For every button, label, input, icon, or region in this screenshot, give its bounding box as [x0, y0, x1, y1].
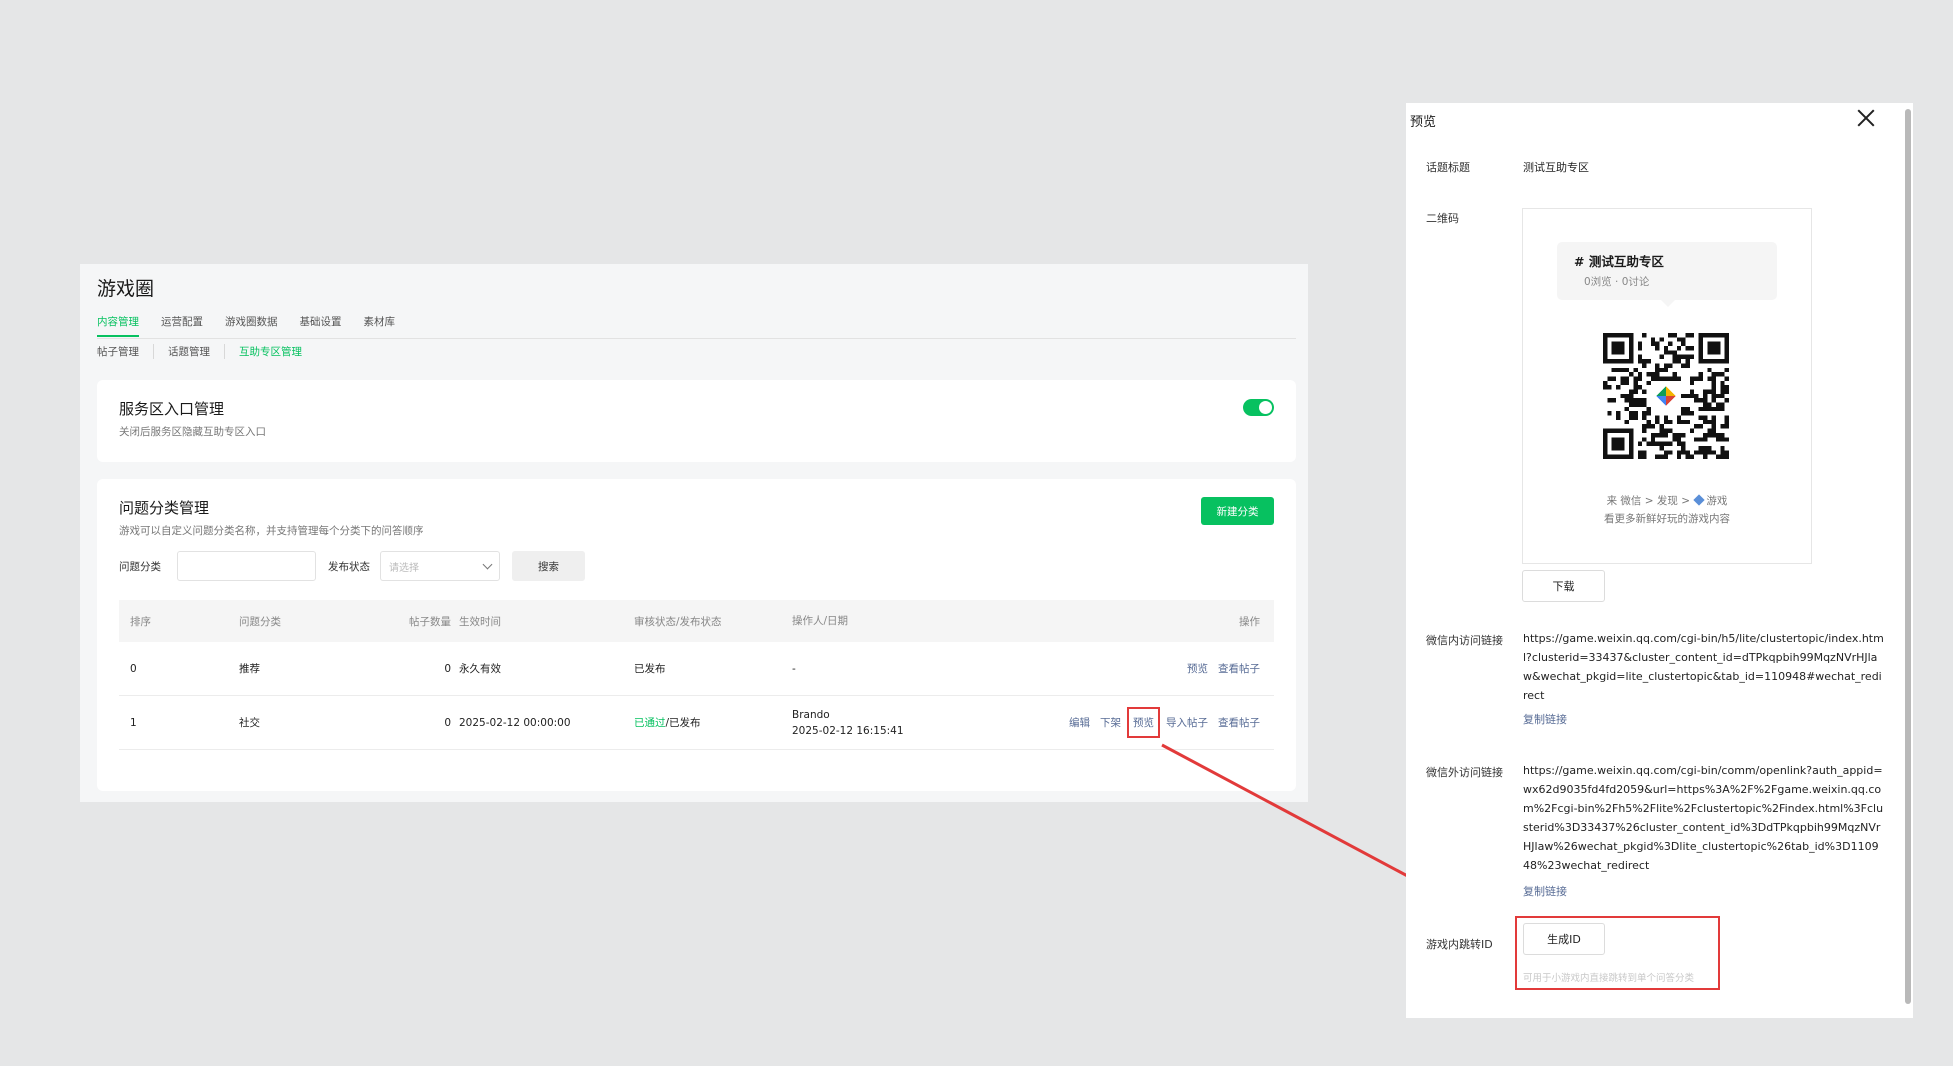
row-actions: 编辑 下架 预览 导入帖子 查看帖子: [1059, 696, 1260, 749]
card-topic-name: # 测试互助专区: [1574, 254, 1664, 269]
download-button[interactable]: 下载: [1522, 570, 1605, 602]
hint-game: 游戏: [1706, 495, 1728, 507]
out-wechat-url: https://game.weixin.qq.com/cgi-bin/comm/…: [1523, 764, 1884, 872]
row-sort: 1: [130, 716, 137, 729]
filter-row: 问题分类 发布状态 请选择 搜索: [119, 551, 585, 581]
qr-code-image: [1603, 333, 1729, 459]
jump-id-label: 游戏内跳转ID: [1426, 938, 1493, 951]
preview-link[interactable]: 预览: [1187, 661, 1208, 676]
copy-link-in-wechat[interactable]: 复制链接: [1523, 711, 1567, 727]
app-title: 游戏圈: [97, 278, 155, 300]
game-diamond-icon: [1693, 494, 1706, 506]
preview-link-highlighted[interactable]: 预览: [1127, 707, 1160, 738]
hint-prefix: 来 微信 > 发现 >: [1606, 495, 1691, 507]
import-posts-link[interactable]: 导入帖子: [1166, 715, 1208, 730]
category-table: 排序 问题分类 帖子数量 生效时间 审核状态/发布状态 操作人/日期 操作 0 …: [119, 600, 1274, 750]
table-row: 1 社交 0 2025-02-12 00:00:00 已通过 / 已发布 Brand…: [119, 696, 1274, 750]
row-time: 2025-02-12 00:00:00: [459, 716, 571, 729]
qr-hint-line1: 来 微信 > 发现 > 游戏: [1523, 493, 1811, 508]
tab-basic-settings[interactable]: 基础设置: [300, 314, 342, 337]
in-wechat-link-label: 微信内访问链接: [1426, 634, 1503, 647]
topic-card: # 测试互助专区 0浏览 · 0讨论: [1557, 242, 1777, 307]
close-icon[interactable]: [1855, 107, 1877, 129]
edit-link[interactable]: 编辑: [1069, 715, 1090, 730]
generate-id-hint: 可用于小游戏内直接跳转到单个问答分类: [1523, 973, 1695, 984]
toggle-knob: [1259, 401, 1272, 414]
filter-status-label: 发布状态: [328, 560, 370, 573]
unpublish-link[interactable]: 下架: [1100, 715, 1121, 730]
qr-label: 二维码: [1426, 212, 1459, 225]
subtab-posts[interactable]: 帖子管理: [97, 344, 153, 359]
topic-value: 测试互助专区: [1523, 161, 1589, 174]
search-button[interactable]: 搜索: [512, 551, 585, 581]
generate-id-button[interactable]: 生成ID: [1523, 923, 1605, 955]
header-status: 审核状态/发布状态: [634, 615, 722, 628]
new-category-button[interactable]: 新建分类: [1201, 497, 1274, 525]
service-card-desc: 关闭后服务区隐藏互助专区入口: [119, 426, 266, 438]
category-management-card: 问题分类管理 游戏可以自定义问题分类名称，并支持管理每个分类下的问答顺序 新建分…: [97, 479, 1296, 791]
row-count: 0: [444, 716, 451, 729]
qr-hint-line2: 看更多新鲜好玩的游戏内容: [1604, 513, 1730, 525]
header-sort: 排序: [130, 615, 151, 628]
header-actions: 操作: [1239, 615, 1260, 628]
game-circle-admin-panel: 游戏圈 内容管理 运营配置 游戏圈数据 基础设置 素材库 帖子管理 话题管理 互…: [80, 264, 1308, 802]
row-status: 已通过 / 已发布: [634, 696, 701, 749]
in-wechat-url: https://game.weixin.qq.com/cgi-bin/h5/li…: [1523, 632, 1884, 702]
tab-content-management[interactable]: 内容管理: [97, 314, 139, 337]
header-operator: 操作人/日期: [792, 615, 849, 627]
row-category: 推荐: [239, 663, 260, 675]
row-operator-name: Brando: [792, 708, 830, 721]
preview-drawer: 预览 话题标题 测试互助专区 二维码 # 测试互助专区 0浏览 · 0讨论 来 …: [1406, 103, 1913, 1018]
row-operator: -: [792, 642, 796, 695]
main-tabs: 内容管理 运营配置 游戏圈数据 基础设置 素材库: [97, 314, 395, 337]
category-filter-input[interactable]: [177, 551, 316, 581]
review-status: 已通过: [634, 717, 666, 729]
status-select[interactable]: 请选择: [380, 551, 500, 581]
chevron-down-icon: [482, 559, 493, 569]
row-operator: Brando 2025-02-12 16:15:41: [792, 696, 904, 749]
row-sort: 0: [130, 662, 137, 675]
service-card-title: 服务区入口管理: [119, 400, 225, 418]
sub-tabs: 帖子管理 话题管理 互助专区管理: [97, 344, 316, 359]
table-header: 排序 问题分类 帖子数量 生效时间 审核状态/发布状态 操作人/日期 操作: [119, 600, 1274, 642]
service-entry-card: 服务区入口管理 关闭后服务区隐藏互助专区入口: [97, 380, 1296, 462]
status-select-placeholder: 请选择: [389, 562, 419, 574]
tab-operation-config[interactable]: 运营配置: [161, 314, 203, 337]
subtab-help-zone[interactable]: 互助专区管理: [224, 344, 316, 359]
publish-status: 已发布: [669, 717, 701, 729]
row-operator-name: -: [792, 662, 796, 675]
topic-label: 话题标题: [1426, 161, 1470, 174]
row-time: 永久有效: [459, 663, 501, 675]
copy-link-out-wechat[interactable]: 复制链接: [1523, 883, 1567, 899]
tabs-divider: [97, 338, 1296, 339]
row-actions: 预览 查看帖子: [1177, 642, 1260, 695]
qr-share-card: # 测试互助专区 0浏览 · 0讨论 来 微信 > 发现 > 游戏 看更多新鲜好…: [1522, 208, 1812, 564]
header-category: 问题分类: [239, 615, 281, 628]
view-posts-link[interactable]: 查看帖子: [1218, 661, 1260, 676]
category-card-title: 问题分类管理: [119, 499, 210, 517]
filter-category-label: 问题分类: [119, 560, 161, 573]
header-count: 帖子数量: [409, 615, 451, 628]
preview-title: 预览: [1410, 115, 1437, 130]
tab-material-library[interactable]: 素材库: [364, 314, 396, 337]
row-count: 0: [444, 662, 451, 675]
tab-circle-data[interactable]: 游戏圈数据: [225, 314, 278, 337]
subtab-topics[interactable]: 话题管理: [153, 344, 224, 359]
row-status: 已发布: [634, 663, 666, 675]
table-row: 0 推荐 0 永久有效 已发布 - 预览 查看帖子: [119, 642, 1274, 696]
out-wechat-link-label: 微信外访问链接: [1426, 766, 1503, 779]
view-posts-link[interactable]: 查看帖子: [1218, 715, 1260, 730]
row-category: 社交: [239, 717, 260, 729]
row-operator-date: 2025-02-12 16:15:41: [792, 724, 904, 737]
header-time: 生效时间: [459, 615, 501, 628]
card-topic-stats: 0浏览 · 0讨论: [1584, 276, 1650, 288]
service-entry-toggle[interactable]: [1243, 399, 1274, 416]
scrollbar[interactable]: [1905, 109, 1911, 1004]
category-card-desc: 游戏可以自定义问题分类名称，并支持管理每个分类下的问答顺序: [119, 525, 424, 537]
